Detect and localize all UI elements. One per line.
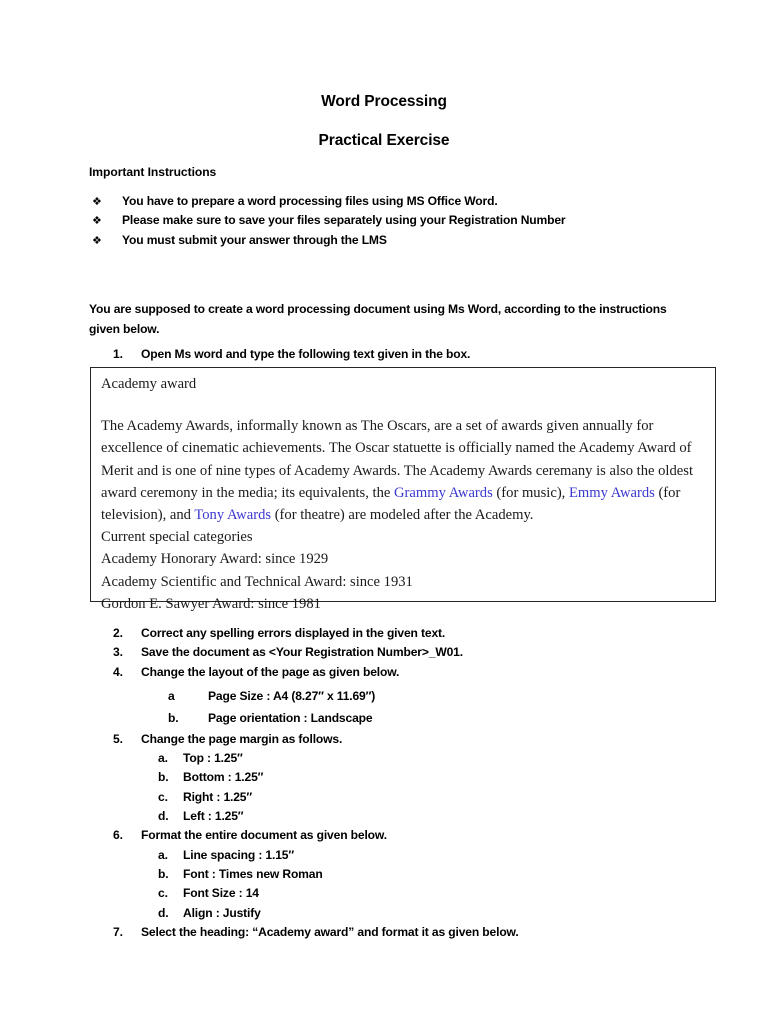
step-label: Change the layout of the page as given b… [141,664,400,679]
step-number: 7. [113,924,123,939]
substep-number: a. [158,751,168,766]
step-number: 6. [113,828,123,843]
substep-number: c. [158,789,168,804]
diamond-bullet-icon: ❖ [92,195,102,208]
quote-text-segment: (for music), [492,484,569,501]
substep-label: Top : 1.25″ [183,751,243,766]
substep-label: Align : Justify [183,905,261,920]
page-title-sub: Practical Exercise [318,132,450,149]
step-number: 4. [113,664,123,679]
grammy-awards-link[interactable]: Grammy Awards [394,485,493,501]
step-item-6: 6. Format the entire document as given b… [113,826,713,845]
step-item-5: 5. Change the page margin as follows. [113,730,713,749]
quote-box-line: Current special categories [101,529,253,546]
substep-label: Bottom : 1.25″ [183,770,264,785]
substep-item: b. Font : Times new Roman [113,865,713,884]
substeps-list-5: a. Top : 1.25″ b. Bottom : 1.25″ c. Righ… [113,749,713,826]
substep-item: a. Top : 1.25″ [113,749,713,768]
substep-item: b. Page orientation : Landscape [113,707,713,730]
substep-number: d. [158,809,169,824]
list-item: ❖ You must submit your answer through th… [89,231,709,250]
substep-number: b. [158,866,169,881]
substep-label: Page orientation : Landscape [208,711,373,726]
substep-number: b. [168,711,179,726]
substeps-list-4: a Page Size : A4 (8.27″ x 11.69″) b. Pag… [113,682,713,730]
important-instructions-heading: Important Instructions [89,165,217,179]
steps-list: 2. Correct any spelling errors displayed… [113,624,713,942]
list-item: ❖ Please make sure to save your files se… [89,211,709,230]
substep-number: b. [158,770,169,785]
lead-paragraph: You are supposed to create a word proces… [89,302,667,336]
diamond-bullet-icon: ❖ [92,214,102,228]
step-label: Correct any spelling errors displayed in… [141,626,446,640]
substep-label: Font Size : 14 [183,886,259,901]
substep-item: d. Left : 1.25″ [113,807,713,826]
step-label: Open Ms word and type the following text… [141,347,471,361]
quote-box-line: Academy Scientific and Technical Award: … [101,573,413,590]
step-item-3: 3. Save the document as <Your Registrati… [113,643,713,662]
step-label: Select the heading: “Academy award” and … [141,924,519,939]
step-label: Change the page margin as follows. [141,731,343,746]
step-number: 3. [113,645,123,660]
list-item: ❖ You have to prepare a word processing … [89,192,709,211]
substep-item: b. Bottom : 1.25″ [113,768,713,787]
quote-box-paragraph: The Academy Awards, informally known as … [101,395,706,526]
emmy-awards-link[interactable]: Emmy Awards [569,485,655,501]
substep-item: d. Align : Justify [113,904,713,923]
quote-box-heading: Academy award [101,376,197,392]
quote-box-line: Academy Honorary Award: since 1929 [101,551,329,568]
substeps-list-6: a. Line spacing : 1.15″ b. Font : Times … [113,846,713,923]
quote-text-segment: (for theatre) are modeled after the Acad… [271,507,534,524]
document-page: Word Processing Practical Exercise Impor… [0,0,768,1024]
substep-item: a. Line spacing : 1.15″ [113,846,713,865]
substep-number: d. [158,905,169,920]
step-label: Save the document as <Your Registration … [141,645,463,660]
substep-item: c. Font Size : 14 [113,884,713,903]
step-number: 2. [113,626,123,640]
list-item-label: You must submit your answer through the … [122,232,387,247]
important-instructions-list: ❖ You have to prepare a word processing … [89,192,709,250]
step-item-4: 4. Change the layout of the page as give… [113,663,713,682]
substep-label: Right : 1.25″ [183,789,253,804]
substep-item: c. Right : 1.25″ [113,788,713,807]
substep-label: Page Size : A4 (8.27″ x 11.69″) [208,688,376,703]
list-item-label: You have to prepare a word processing fi… [122,194,498,208]
quote-box-line: Gordon E. Sawyer Award: since 1981 [101,595,321,612]
substep-label: Line spacing : 1.15″ [183,847,294,862]
step-item-2: 2. Correct any spelling errors displayed… [113,624,713,643]
substep-item: a Page Size : A4 (8.27″ x 11.69″) [113,685,713,708]
substep-number: a. [158,847,168,862]
substep-number: a [168,688,175,703]
step-item-1: 1. Open Ms word and type the following t… [113,345,470,364]
tony-awards-link[interactable]: Tony Awards [194,507,271,523]
substep-label: Font : Times new Roman [183,866,323,881]
step-number: 1. [113,347,123,361]
substep-number: c. [158,886,168,901]
step-label: Format the entire document as given belo… [141,828,387,843]
list-item-label: Please make sure to save your files sepa… [122,213,566,228]
step-number: 5. [113,731,123,746]
page-title-main: Word Processing [321,93,447,110]
academy-award-text-box: Academy award The Academy Awards, inform… [90,367,716,612]
diamond-bullet-icon: ❖ [92,233,102,247]
substep-label: Left : 1.25″ [183,809,244,824]
step-item-7: 7. Select the heading: “Academy award” a… [113,923,713,942]
